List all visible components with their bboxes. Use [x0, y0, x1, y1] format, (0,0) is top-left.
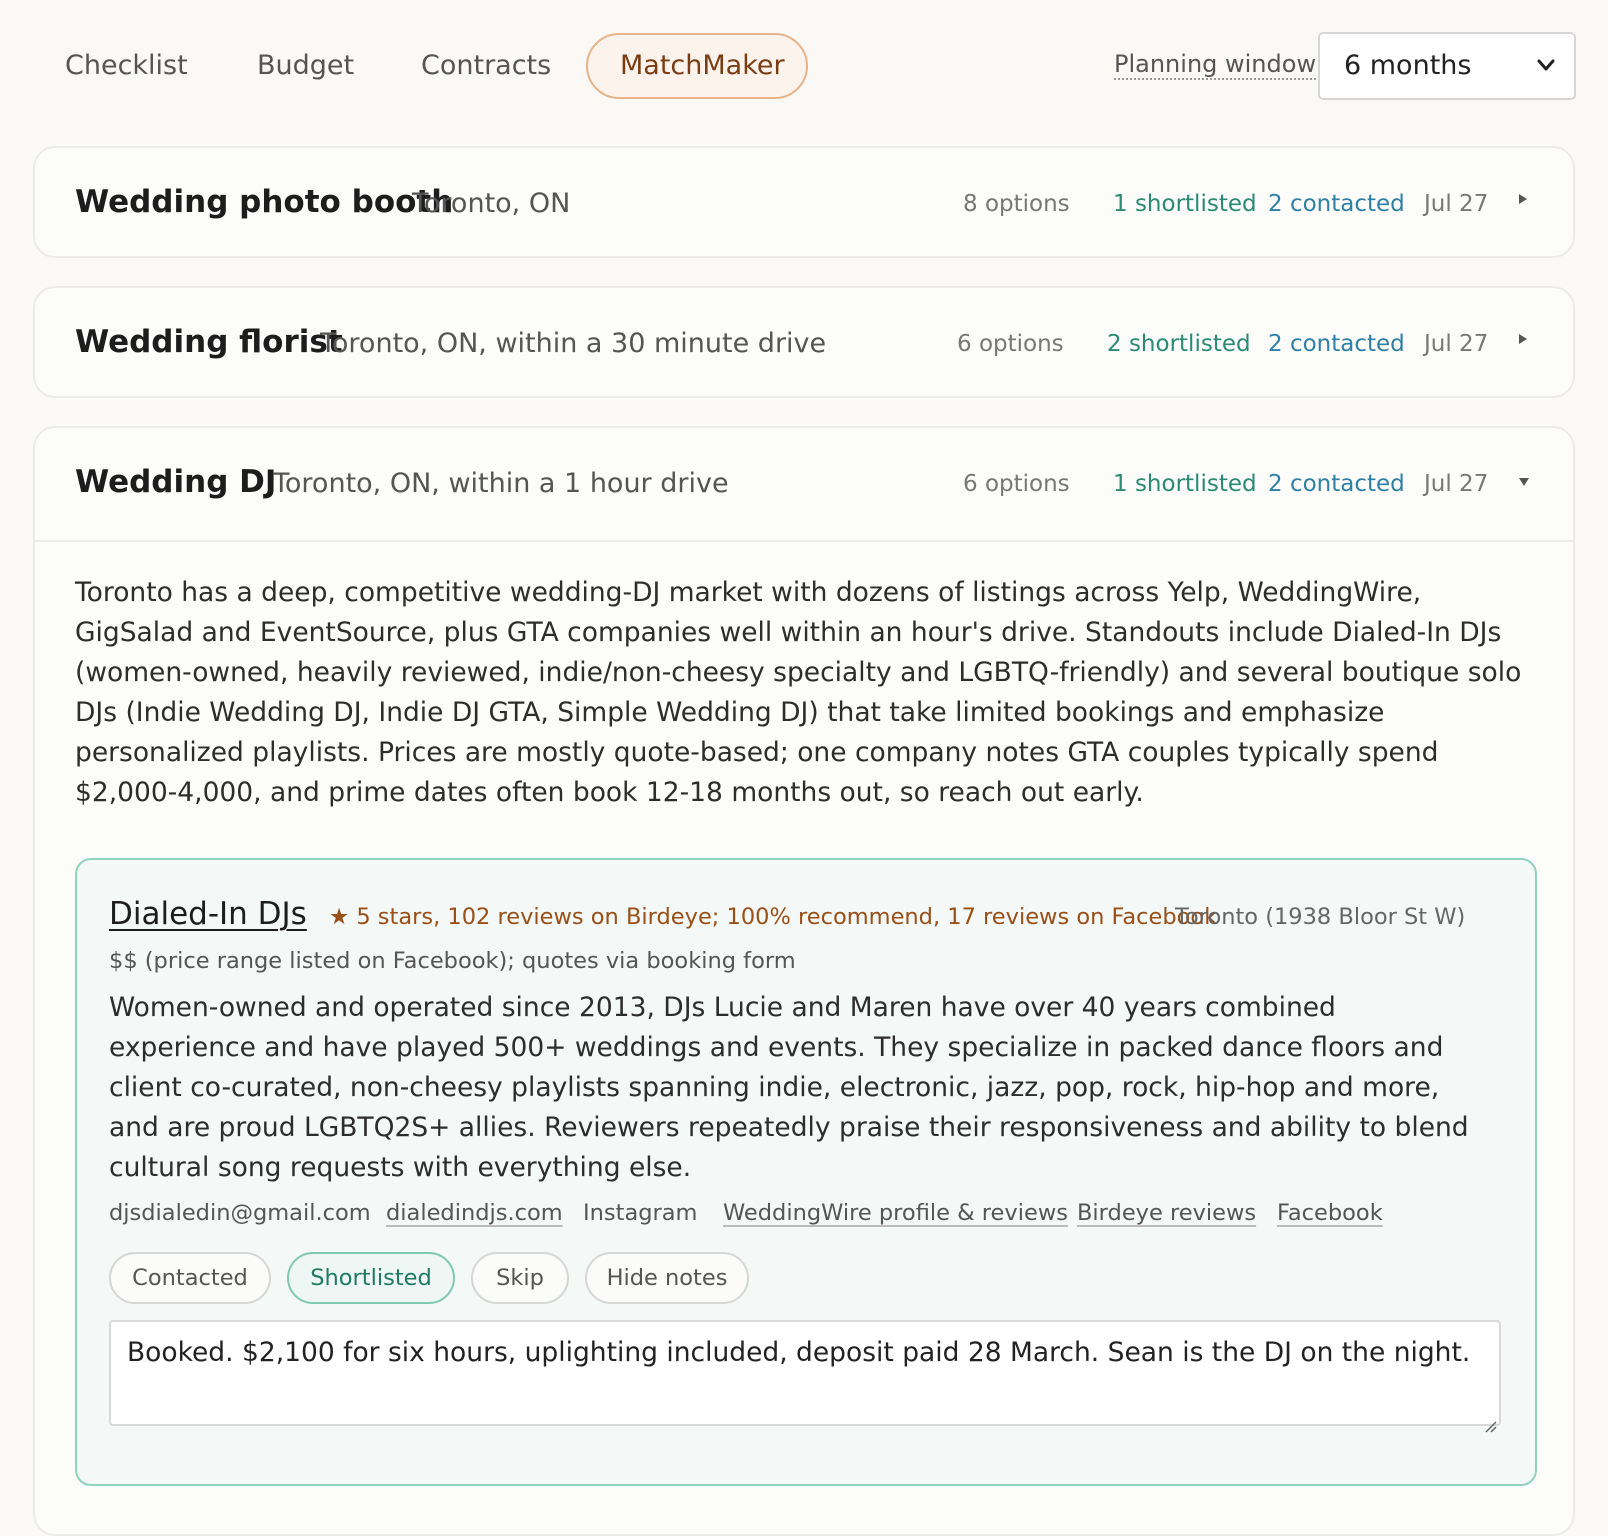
vendor-card: Dialed-In DJs ★ 5 stars, 102 reviews on …: [75, 858, 1537, 1486]
tab-contracts[interactable]: Contracts: [421, 33, 551, 99]
category-header[interactable]: Wedding florist Toronto, ON, within a 30…: [35, 288, 1573, 400]
vendor-notes-text: Booked. $2,100 for six hours, uplighting…: [127, 1337, 1471, 1368]
caret-down-icon[interactable]: [1518, 475, 1530, 491]
options-count: 6 options: [963, 471, 1070, 497]
category-date: Jul 27: [1424, 471, 1489, 497]
category-title: Wedding DJ: [75, 464, 277, 500]
hide-notes-button[interactable]: Hide notes: [585, 1252, 749, 1304]
vendor-birdeye-link[interactable]: Birdeye reviews: [1077, 1200, 1256, 1226]
top-bar: Checklist Budget Contracts MatchMaker Pl…: [0, 0, 1608, 130]
category-header[interactable]: Wedding photo booth Toronto, ON 8 option…: [35, 148, 1573, 260]
options-count: 6 options: [957, 331, 1064, 357]
category-title: Wedding photo booth: [75, 184, 454, 220]
contacted-button[interactable]: Contacted: [109, 1252, 271, 1304]
caret-right-icon[interactable]: [1518, 193, 1528, 209]
vendor-instagram: Instagram: [583, 1200, 698, 1226]
options-count: 8 options: [963, 191, 1070, 217]
vendor-weddingwire-link[interactable]: WeddingWire profile & reviews: [723, 1200, 1068, 1226]
tab-checklist[interactable]: Checklist: [65, 33, 188, 99]
contacted-count: 2 contacted: [1268, 191, 1405, 217]
shortlisted-count: 1 shortlisted: [1113, 191, 1257, 217]
vendor-website-link[interactable]: dialedindjs.com: [386, 1200, 563, 1226]
vendor-address: Toronto (1938 Bloor St W): [1175, 904, 1466, 930]
caret-right-icon[interactable]: [1518, 333, 1528, 349]
shortlisted-count: 1 shortlisted: [1113, 471, 1257, 497]
category-date: Jul 27: [1424, 191, 1489, 217]
vendor-name-link[interactable]: Dialed-In DJs: [109, 896, 307, 932]
vendor-rating: ★ 5 stars, 102 reviews on Birdeye; 100% …: [329, 904, 1218, 930]
vendor-email: djsdialedin@gmail.com: [109, 1200, 371, 1226]
shortlisted-count: 2 shortlisted: [1107, 331, 1251, 357]
category-location: Toronto, ON: [412, 188, 571, 219]
tab-budget[interactable]: Budget: [257, 33, 354, 99]
vendor-facebook-link[interactable]: Facebook: [1277, 1200, 1383, 1226]
vendor-notes-textarea[interactable]: Booked. $2,100 for six hours, uplighting…: [109, 1320, 1501, 1433]
card-divider: [35, 540, 1573, 542]
category-card-florist: Wedding florist Toronto, ON, within a 30…: [33, 286, 1575, 398]
category-location: Toronto, ON, within a 1 hour drive: [273, 468, 729, 499]
contacted-count: 2 contacted: [1268, 331, 1405, 357]
category-date: Jul 27: [1424, 331, 1489, 357]
tab-matchmaker[interactable]: MatchMaker: [586, 33, 808, 99]
vendor-description: Women-owned and operated since 2013, DJs…: [109, 992, 1469, 1183]
planning-window-value: 6 months: [1344, 50, 1472, 81]
resize-handle-icon[interactable]: [1483, 1408, 1497, 1433]
shortlisted-button[interactable]: Shortlisted: [287, 1252, 455, 1304]
category-card-dj: Wedding DJ Toronto, ON, within a 1 hour …: [33, 426, 1575, 1536]
vendor-price: $$ (price range listed on Facebook); quo…: [109, 948, 796, 974]
planning-window-select[interactable]: 6 months: [1318, 32, 1576, 100]
contacted-count: 2 contacted: [1268, 471, 1405, 497]
category-header[interactable]: Wedding DJ Toronto, ON, within a 1 hour …: [35, 428, 1573, 540]
planning-window-label: Planning window: [1114, 50, 1317, 80]
category-summary: Toronto has a deep, competitive wedding-…: [75, 577, 1522, 808]
category-title: Wedding florist: [75, 324, 343, 360]
category-card-photo-booth: Wedding photo booth Toronto, ON 8 option…: [33, 146, 1575, 258]
skip-button[interactable]: Skip: [471, 1252, 569, 1304]
chevron-down-icon: [1536, 34, 1556, 124]
category-location: Toronto, ON, within a 30 minute drive: [320, 328, 827, 359]
